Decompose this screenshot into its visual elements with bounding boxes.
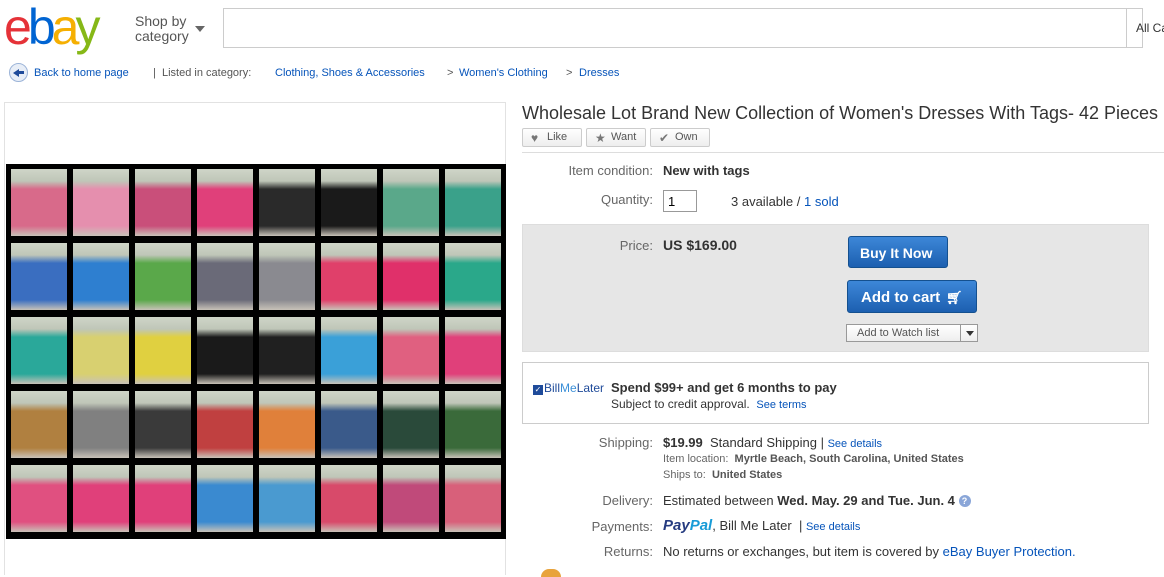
quantity-input[interactable]: [663, 190, 697, 212]
dress-photo: [445, 243, 501, 310]
bill-me-later-logo: ✓ BillMeLater: [533, 381, 605, 395]
dress-photo: [259, 391, 315, 458]
dress-photo: [445, 317, 501, 384]
promo-subtext: Subject to credit approval. See terms: [611, 397, 807, 411]
dress-photo: [11, 169, 67, 236]
payments-value: PayPal, Bill Me Later | See details: [663, 517, 861, 534]
sold-link[interactable]: 1 sold: [804, 194, 839, 209]
dress-photo: [321, 391, 377, 458]
delivery-label: Delivery:: [602, 493, 653, 508]
back-arrow-icon[interactable]: [9, 63, 28, 82]
help-icon[interactable]: ?: [958, 495, 971, 507]
dress-photo: [135, 317, 191, 384]
dress-photo: [197, 317, 253, 384]
dress-photo: [445, 169, 501, 236]
chevron-down-icon[interactable]: [960, 325, 977, 341]
header: ebay Shop by category All Ca: [0, 0, 1164, 58]
like-button[interactable]: ♥ Like: [522, 128, 582, 147]
dress-photo: [259, 465, 315, 532]
dress-photo: [445, 391, 501, 458]
dress-photo: [73, 391, 129, 458]
add-to-watch-list-button[interactable]: Add to Watch list: [846, 324, 978, 342]
item-image-panel: [4, 102, 506, 575]
dress-photo: [135, 391, 191, 458]
dress-photo: [73, 317, 129, 384]
check-icon: ✔: [659, 131, 670, 145]
dress-photo: [73, 465, 129, 532]
shipping-label: Shipping:: [598, 435, 653, 450]
condition-value: New with tags: [663, 163, 750, 178]
dress-photo: [259, 317, 315, 384]
shop-by-category-button[interactable]: Shop by category: [135, 14, 189, 44]
back-to-home-link[interactable]: Back to home page: [34, 67, 129, 79]
own-button[interactable]: ✔ Own: [650, 128, 710, 147]
dress-photo: [135, 243, 191, 310]
breadcrumb-item-womens[interactable]: Women's Clothing: [459, 67, 548, 79]
breadcrumb-item-clothing[interactable]: Clothing, Shoes & Accessories: [275, 67, 425, 79]
dress-photo: [197, 243, 253, 310]
add-to-cart-button[interactable]: Add to cart 🛒︎: [847, 280, 977, 313]
dress-photo: [383, 317, 439, 384]
want-button[interactable]: ★ Want: [586, 128, 646, 147]
dress-photo: [321, 243, 377, 310]
shipping-value: $19.99 Standard Shipping | See details: [663, 435, 883, 450]
price-label: Price:: [619, 238, 653, 253]
dress-photo: [73, 243, 129, 310]
item-location: Item location: Myrtle Beach, South Carol…: [663, 453, 964, 465]
buyer-protection-link[interactable]: eBay Buyer Protection.: [943, 544, 1076, 559]
quantity-label: Quantity:: [600, 192, 653, 207]
dress-photo: [259, 243, 315, 310]
dress-photo: [197, 465, 253, 532]
dress-photo: [383, 465, 439, 532]
dress-photo: [383, 169, 439, 236]
dress-photo: [321, 317, 377, 384]
heart-icon: ♥: [531, 131, 539, 145]
dress-photo: [321, 465, 377, 532]
delivery-value: Estimated between Wed. May. 29 and Tue. …: [663, 493, 971, 508]
dress-photo: [383, 391, 439, 458]
dress-photo: [11, 465, 67, 532]
ships-to: Ships to: United States: [663, 469, 783, 481]
promo-headline: Spend $99+ and get 6 months to pay: [611, 380, 837, 395]
shipping-details-link[interactable]: See details: [828, 438, 882, 450]
dress-photo: [259, 169, 315, 236]
dress-photo: [445, 465, 501, 532]
category-select[interactable]: All Ca: [1126, 8, 1164, 48]
price-value: US $169.00: [663, 237, 737, 253]
dress-photo: [135, 465, 191, 532]
dress-photo: [383, 243, 439, 310]
returns-label: Returns:: [603, 544, 653, 559]
see-terms-link[interactable]: See terms: [756, 399, 806, 411]
cart-icon: 🛒︎: [946, 290, 963, 305]
item-main-image[interactable]: [6, 164, 506, 539]
dress-photo: [321, 169, 377, 236]
dress-photo: [197, 391, 253, 458]
search-input[interactable]: [223, 8, 1143, 48]
star-icon: ★: [595, 131, 606, 145]
item-title: Wholesale Lot Brand New Collection of Wo…: [522, 103, 1159, 123]
paypal-logo: PayPal: [663, 517, 713, 534]
dress-photo: [135, 169, 191, 236]
dress-photo: [73, 169, 129, 236]
dress-photo: [11, 391, 67, 458]
availability: 3 available / 1 sold: [731, 194, 839, 209]
ebay-logo[interactable]: ebay: [4, 2, 100, 52]
dress-photo: [11, 317, 67, 384]
dress-photo: [11, 243, 67, 310]
returns-value: No returns or exchanges, but item is cov…: [663, 544, 1076, 559]
divider: [522, 152, 1164, 153]
chevron-down-icon[interactable]: [195, 26, 205, 32]
condition-label: Item condition:: [568, 163, 653, 178]
bill-me-later-promo: ✓ BillMeLater Spend $99+ and get 6 months…: [522, 362, 1149, 424]
payments-details-link[interactable]: See details: [806, 521, 860, 533]
dress-photo: [197, 169, 253, 236]
badge-icon: [541, 569, 561, 577]
breadcrumb-item-dresses[interactable]: Dresses: [579, 67, 619, 79]
payments-label: Payments:: [591, 519, 653, 534]
buy-it-now-button[interactable]: Buy It Now: [848, 236, 948, 268]
